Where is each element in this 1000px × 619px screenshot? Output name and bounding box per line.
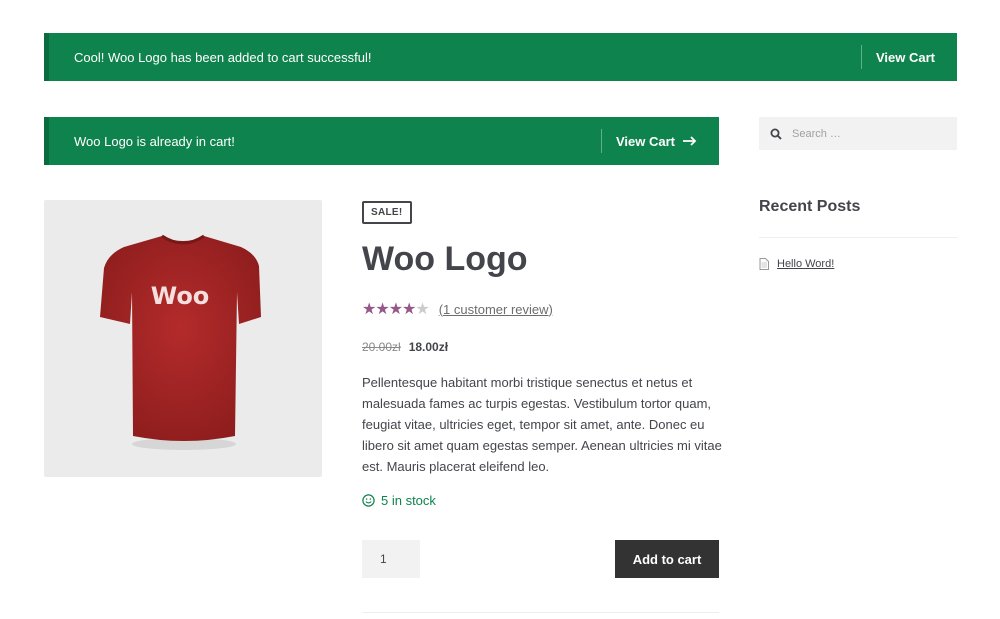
document-icon	[759, 258, 769, 270]
search-input[interactable]	[790, 126, 944, 141]
product-image[interactable]: Woo	[44, 200, 322, 477]
customer-review-link[interactable]: (1 customer review)	[439, 302, 553, 317]
view-cart-link[interactable]: View Cart	[602, 134, 719, 149]
added-to-cart-notice: Cool! Woo Logo has been added to cart su…	[44, 33, 957, 81]
product-description: Pellentesque habitant morbi tristique se…	[362, 375, 722, 474]
search-box[interactable]	[759, 117, 957, 150]
product-rating: ★★★★★ (1 customer review)	[362, 299, 553, 319]
divider	[362, 612, 719, 613]
stock-text: 5 in stock	[381, 493, 436, 508]
view-cart-label: View Cart	[615, 133, 675, 149]
regular-price: 20.00zł	[362, 340, 401, 354]
notice-message: Woo Logo is already in cart!	[74, 133, 235, 149]
already-in-cart-notice: Woo Logo is already in cart! View Cart	[44, 117, 719, 165]
search-icon	[770, 128, 782, 140]
product-title: Woo Logo	[362, 240, 528, 278]
quantity-input[interactable]	[362, 540, 420, 578]
recent-post-item[interactable]: Hello Word!	[759, 258, 834, 270]
notice-message: Cool! Woo Logo has been added to cart su…	[74, 49, 372, 65]
star-icon: ★	[388, 301, 403, 318]
stock-status: 5 in stock	[362, 493, 436, 508]
star-icon: ★	[362, 301, 376, 318]
star-icon: ★	[375, 301, 389, 318]
tshirt-logo-text: Woo	[151, 282, 210, 310]
star-rating: ★★★★★	[362, 299, 430, 319]
add-to-cart-button[interactable]: Add to cart	[615, 540, 719, 578]
recent-post-link[interactable]: Hello Word!	[777, 258, 834, 270]
product-price: 20.00zł 18.00zł	[362, 340, 448, 354]
arrow-right-icon	[683, 136, 697, 146]
star-icon: ★	[415, 301, 429, 318]
sale-price: 18.00zł	[408, 340, 449, 354]
sale-badge: SALE!	[362, 201, 412, 224]
recent-posts-heading: Recent Posts	[759, 198, 861, 215]
smiley-icon	[362, 494, 375, 507]
view-cart-link[interactable]: View Cart	[862, 50, 957, 65]
divider	[759, 237, 957, 238]
tshirt-image: Woo	[100, 234, 261, 450]
star-icon: ★	[402, 301, 416, 318]
